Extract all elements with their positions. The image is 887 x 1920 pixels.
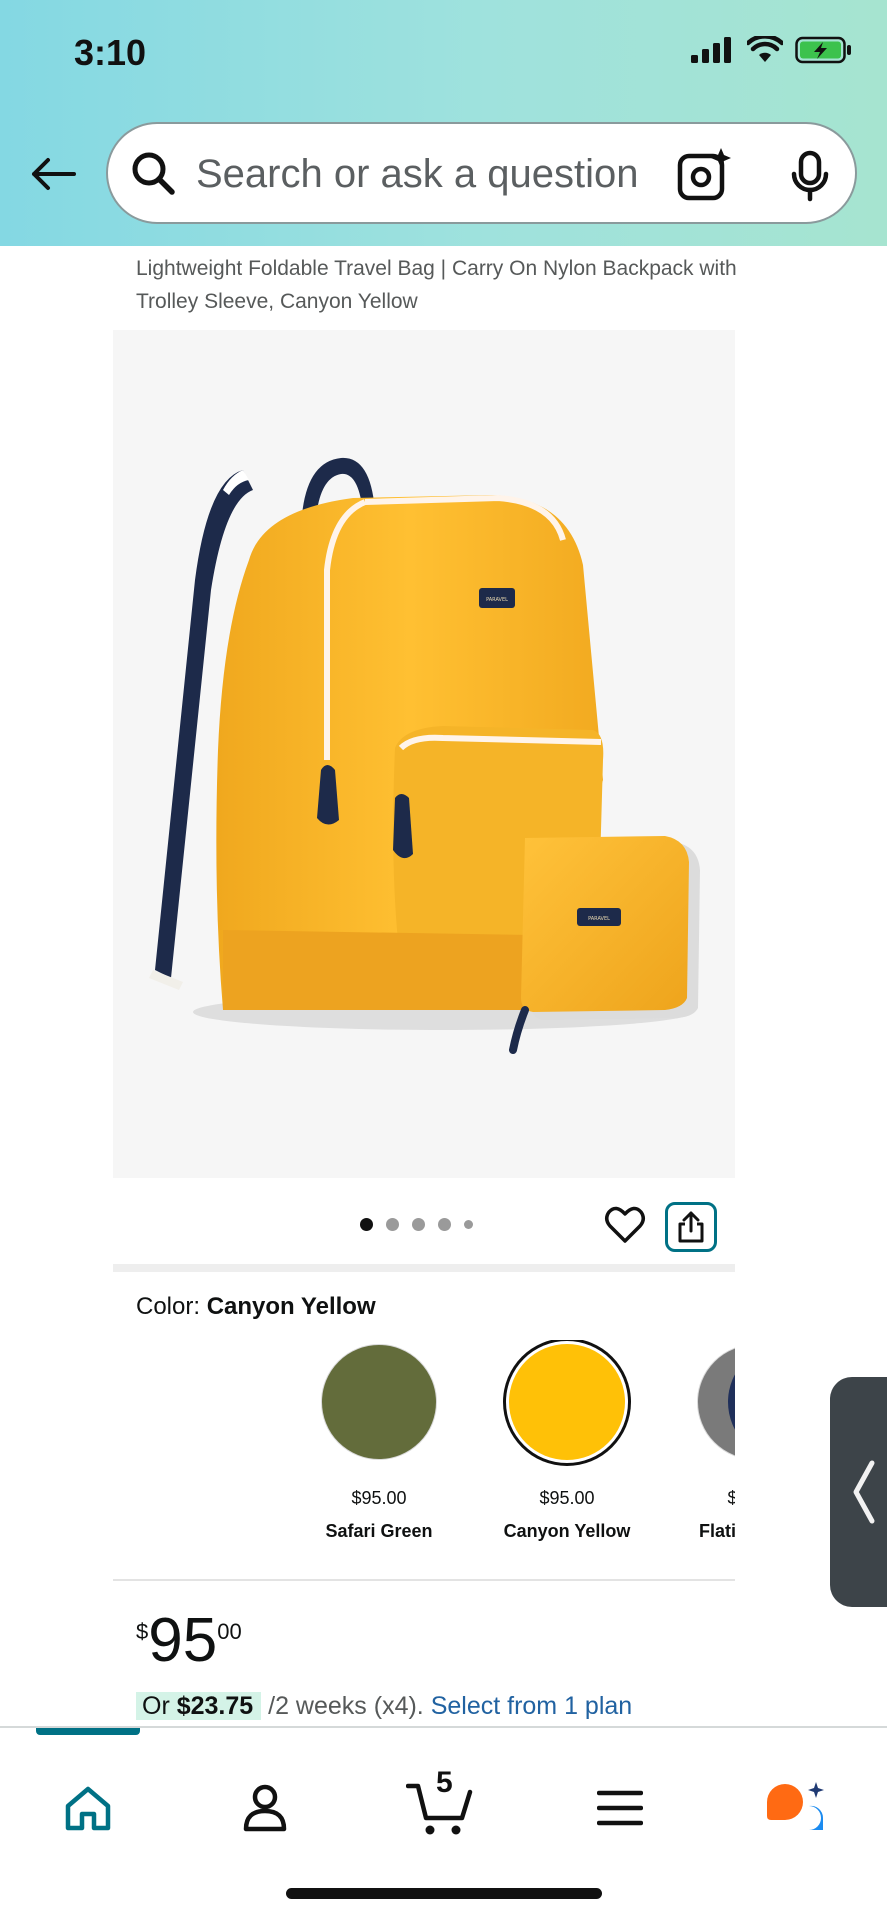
brand-tag: PARAVEL [486, 597, 508, 603]
selected-color: Canyon Yellow [206, 1293, 376, 1320]
color-label: Color: Canyon Yellow [136, 1293, 376, 1320]
carousel-dot[interactable] [464, 1220, 473, 1229]
backpack-image: PARAVEL PARAVEL [149, 457, 700, 1054]
carousel-dot[interactable] [412, 1218, 425, 1231]
product-image[interactable]: PARAVEL PARAVEL [113, 330, 735, 1178]
side-drawer-tab[interactable] [830, 1377, 887, 1607]
swatch-circle-selected [509, 1344, 625, 1460]
swatch-safari-green[interactable]: $95.00 Safari Green [284, 1340, 474, 1542]
swatch-name: Flatiron Grey [698, 1521, 735, 1541]
cart-count-badge: 5 [436, 1766, 453, 1799]
ai-assistant-icon [767, 1782, 824, 1830]
swatch-circle [321, 1344, 437, 1460]
image-carousel-dots [360, 1218, 473, 1231]
share-icon [678, 1211, 704, 1243]
carousel-dot[interactable] [386, 1218, 399, 1231]
microphone-icon[interactable] [788, 150, 832, 202]
price: $ 95 00 [136, 1606, 242, 1675]
swatch-canyon-yellow[interactable]: $95.00 Canyon Yellow [472, 1340, 662, 1542]
top-header: 3:10 Search or ask a question [0, 0, 887, 246]
carousel-dot[interactable] [438, 1218, 451, 1231]
home-indicator [286, 1888, 602, 1899]
status-time: 3:10 [74, 32, 147, 73]
hamburger-menu-icon [597, 1790, 643, 1826]
home-icon [65, 1786, 111, 1831]
search-icon [132, 152, 175, 195]
tab-menu[interactable] [575, 1768, 665, 1848]
cellular-signal-icon [691, 37, 731, 63]
tab-home[interactable] [43, 1768, 133, 1848]
color-swatches: $95.00 Safari Green $95.00 Canyon Yellow… [113, 1340, 735, 1550]
wifi-icon [747, 36, 783, 62]
installment-terms: /2 weeks (x4). [268, 1692, 424, 1720]
swatch-price: $95.00 [727, 1488, 735, 1508]
person-icon [243, 1784, 287, 1832]
chevron-left-icon [853, 1460, 875, 1524]
swatch-price: $95.00 [351, 1488, 407, 1508]
section-divider [113, 1264, 735, 1272]
share-button[interactable] [665, 1202, 717, 1252]
search-bar[interactable]: Search or ask a question [106, 122, 857, 224]
back-arrow-icon [32, 158, 76, 190]
battery-charging-icon [795, 36, 851, 64]
back-button[interactable] [22, 148, 84, 200]
tab-rufus-assistant[interactable] [752, 1768, 842, 1848]
tab-account[interactable] [220, 1768, 310, 1848]
swatch-name: Safari Green [325, 1521, 433, 1541]
active-tab-indicator [36, 1728, 140, 1735]
heart-icon [605, 1206, 645, 1243]
pouch-brand-tag: PARAVEL [588, 916, 610, 922]
swatch-flatiron-grey[interactable]: $95.00 Flatiron Grey [660, 1340, 735, 1542]
select-plan-link[interactable]: Select from 1 plan [431, 1692, 633, 1720]
camera-lens-icon[interactable] [676, 146, 732, 202]
section-divider [113, 1579, 735, 1581]
carousel-dot-active[interactable] [360, 1218, 373, 1231]
swatch-price: $95.00 [539, 1488, 595, 1508]
search-input[interactable]: Search or ask a question [196, 152, 638, 197]
tab-cart[interactable]: 5 [396, 1766, 486, 1848]
installment-plan: Or $23.75 /2 weeks (x4). Select from 1 p… [136, 1692, 632, 1721]
swatch-name: Canyon Yellow [503, 1521, 631, 1541]
wishlist-button[interactable] [604, 1204, 646, 1246]
product-title: Lightweight Foldable Travel Bag | Carry … [136, 257, 737, 313]
installment-highlight: Or $23.75 [136, 1692, 262, 1720]
status-icons [691, 36, 853, 64]
